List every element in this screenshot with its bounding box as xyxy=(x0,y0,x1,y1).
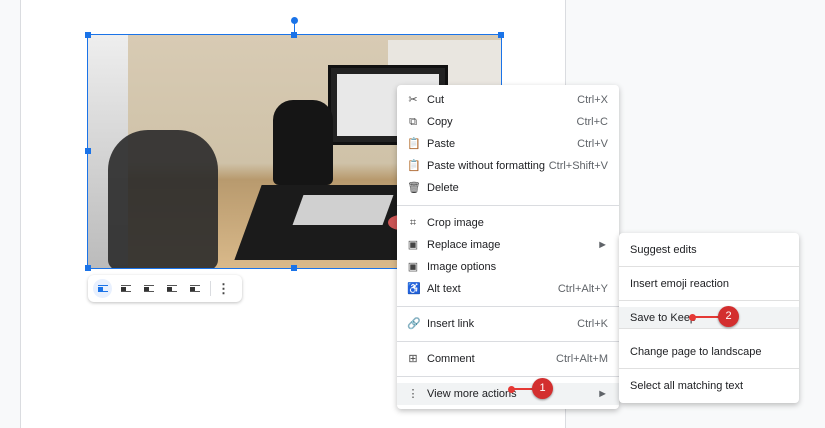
annotation-badge-1: 1 xyxy=(532,378,553,399)
menu-separator xyxy=(397,306,619,307)
menu-item-crop-image[interactable]: ⌗ Crop image xyxy=(397,212,619,234)
menu-item-shortcut: Ctrl+Shift+V xyxy=(548,160,608,172)
inline-icon xyxy=(97,285,108,292)
submenu-item[interactable]: Suggest edits xyxy=(619,233,799,267)
submenu-item[interactable]: Select all matching text xyxy=(619,369,799,403)
annotation-line xyxy=(693,316,719,318)
resize-handle[interactable] xyxy=(291,265,297,271)
annotation-line xyxy=(512,388,534,390)
image-toolbar: ⋮ xyxy=(88,275,242,302)
menu-item-label: Comment xyxy=(427,353,475,365)
resize-handle[interactable] xyxy=(85,32,91,38)
annotation-badge-2: 2 xyxy=(718,306,739,327)
menu-item-paste-without-formatting[interactable]: 📋 Paste without formatting Ctrl+Shift+V xyxy=(397,155,619,177)
more-vert-icon: ⋮ xyxy=(407,388,419,400)
menu-item-replace-image[interactable]: ▣ Replace image ► xyxy=(397,234,619,256)
break-text-button[interactable] xyxy=(139,279,158,298)
menu-item-delete[interactable]: 🗑 Delete xyxy=(397,177,619,199)
menu-item-label: Delete xyxy=(427,182,459,194)
front-icon xyxy=(189,285,200,292)
menu-item-shortcut: Ctrl+Alt+M xyxy=(556,353,608,365)
more-options-icon[interactable]: ⋮ xyxy=(217,281,230,297)
menu-item-shortcut: ► xyxy=(597,239,608,251)
menu-item-label: Alt text xyxy=(427,283,461,295)
menu-item-label: Paste xyxy=(427,138,456,150)
submenu-item[interactable]: Change page to landscape xyxy=(619,335,799,369)
trash-icon: 🗑 xyxy=(407,182,421,194)
menu-item-alt-text[interactable]: ♿ Alt text Ctrl+Alt+Y xyxy=(397,278,619,300)
menu-item-label: Crop image xyxy=(427,217,484,229)
wrap-text-button[interactable] xyxy=(116,279,135,298)
behind-text-button[interactable] xyxy=(162,279,181,298)
inline-wrap-button[interactable] xyxy=(93,279,112,298)
menu-separator xyxy=(397,205,619,206)
divider xyxy=(210,281,211,296)
menu-item-shortcut: Ctrl+C xyxy=(576,116,608,128)
clipboard-text-icon: 📋 xyxy=(407,160,421,172)
crop-icon: ⌗ xyxy=(409,217,417,229)
comment-add-icon: ⊞ xyxy=(408,353,418,365)
menu-item-label: Image options xyxy=(427,261,497,273)
menu-separator xyxy=(397,376,619,377)
menu-item-cut[interactable]: ✂ Cut Ctrl+X xyxy=(397,89,619,111)
menu-item-shortcut: Ctrl+Alt+Y xyxy=(557,283,608,295)
menu-item-insert-link[interactable]: 🔗 Insert link Ctrl+K xyxy=(397,313,619,335)
menu-item-label: Paste without formatting xyxy=(427,160,546,172)
menu-item-shortcut: ► xyxy=(597,388,608,400)
menu-item-shortcut: Ctrl+X xyxy=(577,94,608,106)
context-menu: ✂ Cut Ctrl+X ⧉ Copy Ctrl+C 📋 Paste Ctrl+V 📋 Paste … xyxy=(397,85,619,409)
resize-handle[interactable] xyxy=(291,32,297,38)
image-icon: ▣ xyxy=(407,239,419,251)
submenu-item[interactable]: Save to Keep xyxy=(619,307,799,329)
rotate-handle[interactable] xyxy=(291,17,298,24)
clipboard-icon: 📋 xyxy=(407,138,421,150)
image-icon: ▣ xyxy=(407,261,419,273)
menu-item-shortcut: Ctrl+V xyxy=(577,138,608,150)
menu-item-label: Insert link xyxy=(427,318,475,330)
menu-item-label: Copy xyxy=(427,116,453,128)
menu-item-label: Cut xyxy=(427,94,445,106)
submenu-item[interactable]: Insert emoji reaction xyxy=(619,267,799,301)
more-actions-submenu: Suggest edits Insert emoji reaction Save t… xyxy=(619,233,799,403)
front-of-text-button[interactable] xyxy=(185,279,204,298)
scissors-icon: ✂ xyxy=(408,94,418,106)
break-icon xyxy=(143,285,154,292)
menu-item-shortcut: Ctrl+K xyxy=(577,318,608,330)
menu-item-copy[interactable]: ⧉ Copy Ctrl+C xyxy=(397,111,619,133)
menu-item-paste[interactable]: 📋 Paste Ctrl+V xyxy=(397,133,619,155)
resize-handle[interactable] xyxy=(85,148,91,154)
link-icon: 🔗 xyxy=(407,318,421,330)
behind-icon xyxy=(166,285,177,292)
resize-handle[interactable] xyxy=(498,32,504,38)
menu-separator xyxy=(397,341,619,342)
accessibility-icon: ♿ xyxy=(407,283,421,295)
menu-item-image-options[interactable]: ▣ Image options xyxy=(397,256,619,278)
wrap-icon xyxy=(120,285,131,292)
resize-handle[interactable] xyxy=(85,265,91,271)
copy-icon: ⧉ xyxy=(409,116,417,128)
menu-item-label: Replace image xyxy=(427,239,501,251)
menu-item-comment[interactable]: ⊞ Comment Ctrl+Alt+M xyxy=(397,348,619,370)
